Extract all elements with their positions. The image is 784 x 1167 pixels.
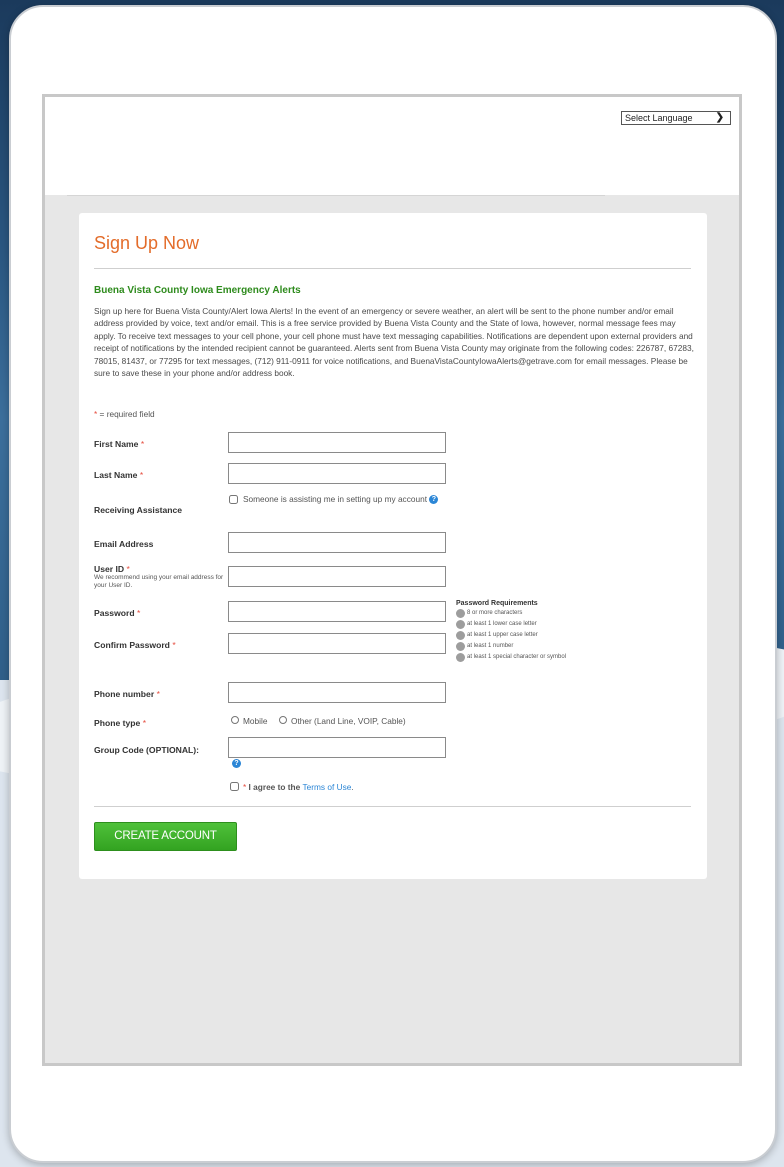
phone-type-label: Phone type *	[94, 718, 146, 728]
receiving-assistance-label: Receiving Assistance	[94, 505, 183, 515]
group-code-input[interactable]	[228, 737, 446, 758]
phone-number-label-text: Phone number	[94, 689, 155, 699]
password-requirement-text: at least 1 lower case letter	[467, 621, 537, 627]
password-label: Password *	[94, 608, 140, 618]
password-requirement: at least 1 lower case letter	[456, 619, 616, 630]
page-title: Sign Up Now	[94, 233, 200, 253]
required-star: *	[142, 718, 147, 728]
first-name-label-text: First Name	[94, 439, 139, 449]
phone-type-mobile-radio[interactable]	[231, 716, 239, 724]
password-requirements: Password Requirements 8 or more characte…	[456, 600, 616, 663]
user-id-input[interactable]	[228, 566, 446, 587]
required-star: *	[139, 470, 144, 480]
info-icon[interactable]: ?	[429, 495, 439, 505]
phone-number-input[interactable]	[228, 682, 446, 703]
assistance-text-content: Someone is assisting me in setting up my…	[243, 494, 428, 504]
form-subtitle: Buena Vista County Iowa Emergency Alerts	[94, 285, 301, 296]
header-divider	[67, 195, 605, 196]
required-note: * = required field	[94, 409, 155, 419]
first-name-label: First Name *	[94, 439, 144, 449]
password-requirement: at least 1 special character or symbol	[456, 652, 616, 663]
user-id-hint: We recommend using your email address fo…	[94, 574, 224, 589]
assistance-text: Someone is assisting me in setting up my…	[243, 494, 453, 505]
password-input[interactable]	[228, 601, 446, 622]
status-dot-icon	[456, 653, 465, 662]
last-name-label-text: Last Name	[94, 470, 138, 480]
confirm-password-label: Confirm Password *	[94, 640, 176, 650]
signup-form-card: Sign Up Now Buena Vista County Iowa Emer…	[79, 213, 707, 879]
group-code-info-icon[interactable]: ?	[232, 759, 241, 768]
terms-suffix: .	[351, 782, 354, 792]
create-account-button[interactable]: CREATE ACCOUNT	[94, 822, 237, 851]
terms-agree-text: I agree to the	[248, 782, 303, 792]
tablet-frame: Select Language ❯ Sign Up Now Buena Vist…	[9, 5, 777, 1163]
confirm-password-label-text: Confirm Password	[94, 640, 170, 650]
email-input[interactable]	[228, 532, 446, 553]
first-name-input[interactable]	[228, 432, 446, 453]
phone-type-label-text: Phone type	[94, 718, 141, 728]
required-note-text: = required field	[97, 409, 155, 419]
phone-type-other-label: Other (Land Line, VOIP, Cable)	[291, 716, 406, 726]
password-requirement: at least 1 upper case letter	[456, 630, 616, 641]
phone-type-mobile-label: Mobile	[243, 716, 268, 726]
title-divider	[94, 268, 691, 269]
confirm-password-input[interactable]	[228, 633, 446, 654]
password-requirements-title: Password Requirements	[456, 600, 538, 607]
user-id-label: User ID *	[94, 564, 130, 574]
assistance-checkbox[interactable]	[229, 495, 238, 504]
last-name-label: Last Name *	[94, 470, 143, 480]
user-id-label-text: User ID	[94, 564, 125, 574]
phone-number-label: Phone number *	[94, 689, 160, 699]
last-name-input[interactable]	[228, 463, 446, 484]
chevron-down-icon: ❯	[715, 112, 724, 123]
terms-checkbox[interactable]	[230, 782, 239, 791]
password-requirement-text: at least 1 number	[467, 643, 514, 649]
required-star: *	[156, 689, 160, 699]
password-requirement: at least 1 number	[456, 641, 616, 652]
password-requirement-text: 8 or more characters	[467, 610, 523, 616]
language-select-value: Select Language	[625, 113, 693, 123]
group-code-label: Group Code (OPTIONAL):	[94, 745, 200, 755]
browser-screen: Select Language ❯ Sign Up Now Buena Vist…	[42, 94, 742, 1066]
required-star: *	[137, 608, 141, 618]
status-dot-icon	[456, 631, 465, 640]
email-label: Email Address	[94, 539, 154, 549]
status-dot-icon	[456, 609, 465, 618]
password-requirement-text: at least 1 special character or symbol	[467, 654, 567, 660]
password-requirement: 8 or more characters	[456, 608, 616, 619]
phone-type-other-radio[interactable]	[279, 716, 287, 724]
status-dot-icon	[456, 642, 465, 651]
required-star: *	[126, 564, 130, 574]
status-dot-icon	[456, 620, 465, 629]
terms-of-use-link[interactable]: Terms of Use	[303, 782, 352, 792]
password-requirement-text: at least 1 upper case letter	[467, 632, 538, 638]
required-star: *	[172, 640, 176, 650]
required-star: *	[140, 439, 145, 449]
password-label-text: Password	[94, 608, 135, 618]
intro-text: Sign up here for Buena Vista County/Aler…	[94, 306, 694, 379]
page-header: Select Language ❯	[45, 97, 739, 195]
terms-agreement: * I agree to the Terms of Use.	[243, 782, 354, 792]
language-select[interactable]: Select Language ❯	[621, 111, 731, 125]
form-divider	[94, 806, 691, 807]
required-star: *	[243, 782, 247, 792]
